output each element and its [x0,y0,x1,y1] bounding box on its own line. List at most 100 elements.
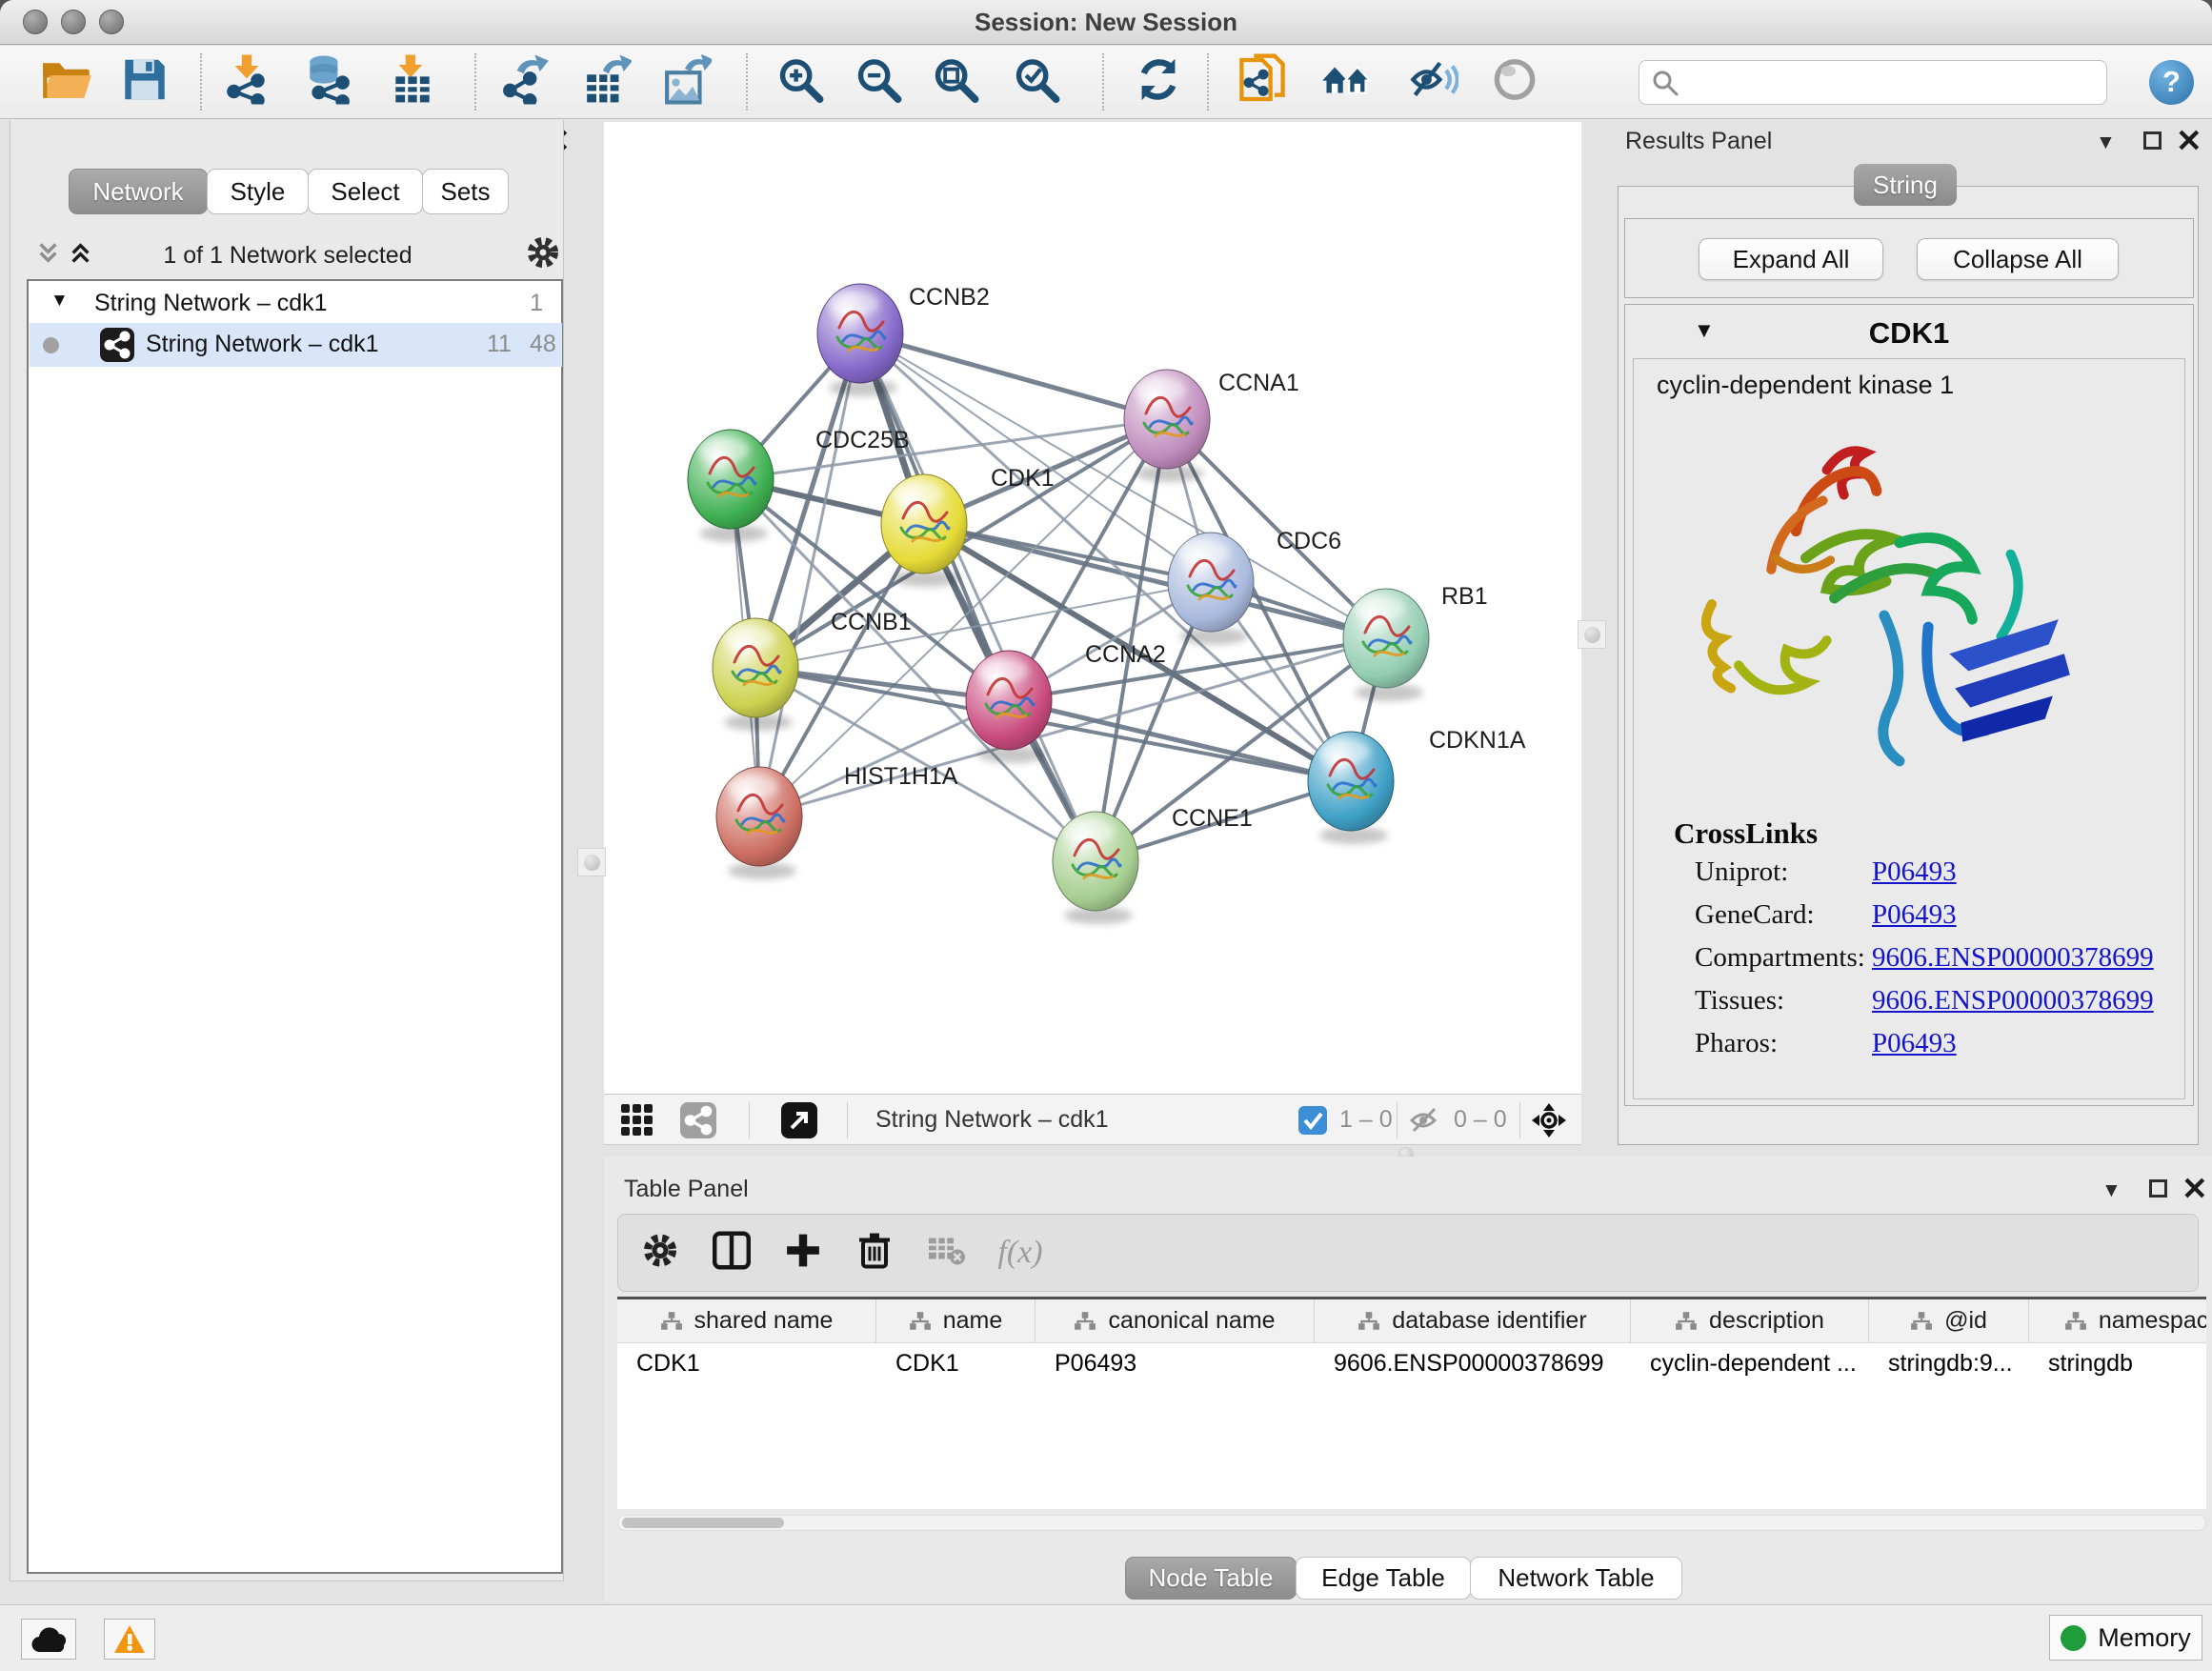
node-label-CDC25B: CDC25B [815,427,910,453]
table-panel-close-icon[interactable]: ✕ [2182,1179,2208,1198]
results-panel-float-icon[interactable] [2143,131,2162,150]
cloud-button[interactable] [21,1619,76,1660]
memory-label: Memory [2098,1623,2191,1653]
import-table-icon[interactable] [391,55,434,110]
results-panel-close-icon[interactable]: ✕ [2176,131,2202,151]
export-network-icon[interactable] [502,55,550,110]
network-canvas[interactable]: CCNB2CCNA1CDC25BCDK1CDC6RB1CCNB1CCNA2CDK… [604,122,1581,1094]
left-splitter-handle[interactable] [577,848,606,876]
help-icon[interactable]: ? [2149,60,2194,105]
network-collection-row[interactable]: ▼ String Network – cdk1 1 [30,285,562,323]
tab-sets[interactable]: Sets [422,169,509,214]
column-header-description[interactable]: description [1631,1299,1869,1342]
network-node-CDKN1A[interactable] [1308,732,1394,844]
column-header-namespace[interactable]: namespace [2029,1299,2206,1342]
tab-network-table[interactable]: Network Table [1470,1557,1682,1600]
network-edge[interactable] [759,419,1167,816]
crosslink-label: GeneCard: [1695,899,1815,931]
node-label-CDC6: CDC6 [1277,528,1341,554]
collapse-all-button[interactable]: Collapse All [1917,238,2119,280]
results-actions-box: Expand All Collapse All [1624,218,2194,298]
refresh-icon[interactable] [1135,56,1182,109]
grid-view-icon[interactable] [619,1102,655,1143]
table-horizontal-scrollbar[interactable] [617,1515,2206,1531]
network-options-gear-icon[interactable] [525,234,561,275]
import-network-icon[interactable] [225,55,269,110]
results-panel-menu-icon[interactable]: ▼ [2096,131,2116,154]
network-birdseye-icon[interactable] [680,1102,716,1138]
crosslink-link[interactable]: 9606.ENSP00000378699 [1872,985,2154,1017]
table-panel-float-icon[interactable] [2149,1179,2167,1198]
warnings-button[interactable] [104,1619,155,1660]
homes-icon[interactable] [1320,58,1372,107]
search-input[interactable] [1679,70,2089,96]
table-settings-gear-icon[interactable] [641,1232,679,1275]
column-header-name[interactable]: name [876,1299,1036,1342]
window-close-button[interactable] [23,10,48,34]
search-field [1639,60,2107,105]
expand-all-button[interactable]: Expand All [1699,238,1883,280]
import-database-icon[interactable] [304,55,352,110]
open-session-icon[interactable] [41,58,92,107]
node-label-CCNA2: CCNA2 [1085,641,1166,668]
zoom-selected-icon[interactable] [1013,56,1060,109]
zoom-fit-icon[interactable] [932,56,979,109]
window-minimize-button[interactable] [61,10,86,34]
tab-node-table[interactable]: Node Table [1125,1557,1297,1600]
column-header-database-identifier[interactable]: database identifier [1315,1299,1631,1342]
memory-button[interactable]: Memory [2049,1615,2202,1661]
fit-crosshair-icon[interactable] [1530,1101,1568,1144]
right-splitter-handle[interactable] [1578,620,1606,649]
export-image-icon[interactable] [664,55,712,110]
network-node-CCNE1[interactable] [1053,812,1138,924]
network-node-CCNA1[interactable] [1124,370,1210,482]
title-bar: Session: New Session [0,0,2212,45]
hidden-counts: 0 – 0 [1454,1106,1507,1134]
zoom-in-icon[interactable] [776,56,824,109]
tab-network[interactable]: Network [69,169,208,214]
gene-detail-box: cyclin-dependent kinase 1 [1633,358,2185,1099]
network-edge[interactable] [759,333,860,816]
tab-select[interactable]: Select [308,169,423,214]
crosslink-link[interactable]: P06493 [1872,856,1957,888]
network-node-HIST1H1A[interactable] [716,767,802,879]
show-graphics-details-icon[interactable] [1493,58,1537,107]
add-column-icon[interactable] [785,1233,821,1274]
collection-label: String Network – cdk1 [94,290,328,317]
network-node-CDC25B[interactable] [688,430,774,542]
node-label-CCNE1: CCNE1 [1172,805,1253,832]
tab-style[interactable]: Style [207,169,309,214]
table-panel-menu-icon[interactable]: ▼ [2101,1179,2122,1202]
zoom-out-icon[interactable] [855,56,902,109]
network-node-CCNB1[interactable] [713,618,798,731]
window-zoom-button[interactable] [99,10,124,34]
column-header--id[interactable]: @id [1869,1299,2029,1342]
network-row[interactable]: String Network – cdk1 11 48 [30,323,562,367]
delete-column-trash-icon[interactable] [856,1232,893,1275]
network-node-CDC6[interactable] [1168,533,1254,645]
network-edge[interactable] [1009,700,1351,781]
results-tab-string[interactable]: String [1854,164,1957,206]
search-icon [1651,69,1679,97]
network-node-CCNB2[interactable] [817,284,903,396]
share-document-icon[interactable] [1239,54,1285,111]
tab-edge-table[interactable]: Edge Table [1296,1557,1471,1600]
column-header-shared-name[interactable]: shared name [617,1299,876,1342]
table-row[interactable]: CDK1CDK1P064939606.ENSP00000378699cyclin… [617,1343,2206,1385]
split-columns-icon[interactable] [713,1232,751,1275]
table-cell: CDK1 [617,1343,876,1385]
open-external-icon[interactable] [781,1102,817,1138]
crosslink-link[interactable]: 9606.ENSP00000378699 [1872,942,2154,974]
crosslink-link[interactable]: P06493 [1872,899,1957,931]
scrollbar-thumb[interactable] [622,1518,784,1528]
node-label-HIST1H1A: HIST1H1A [844,763,958,790]
save-session-icon[interactable] [122,58,168,107]
export-table-icon[interactable] [584,55,632,110]
collection-expand-icon[interactable]: ▼ [50,291,69,312]
network-node-RB1[interactable] [1343,589,1429,701]
crosslink-link[interactable]: P06493 [1872,1028,1957,1059]
column-header-canonical-name[interactable]: canonical name [1036,1299,1315,1342]
hide-graphics-details-icon[interactable] [1409,58,1458,107]
control-panel-tabs: NetworkStyleSelectSets [70,169,509,214]
selected-checkbox-icon[interactable] [1298,1106,1327,1135]
